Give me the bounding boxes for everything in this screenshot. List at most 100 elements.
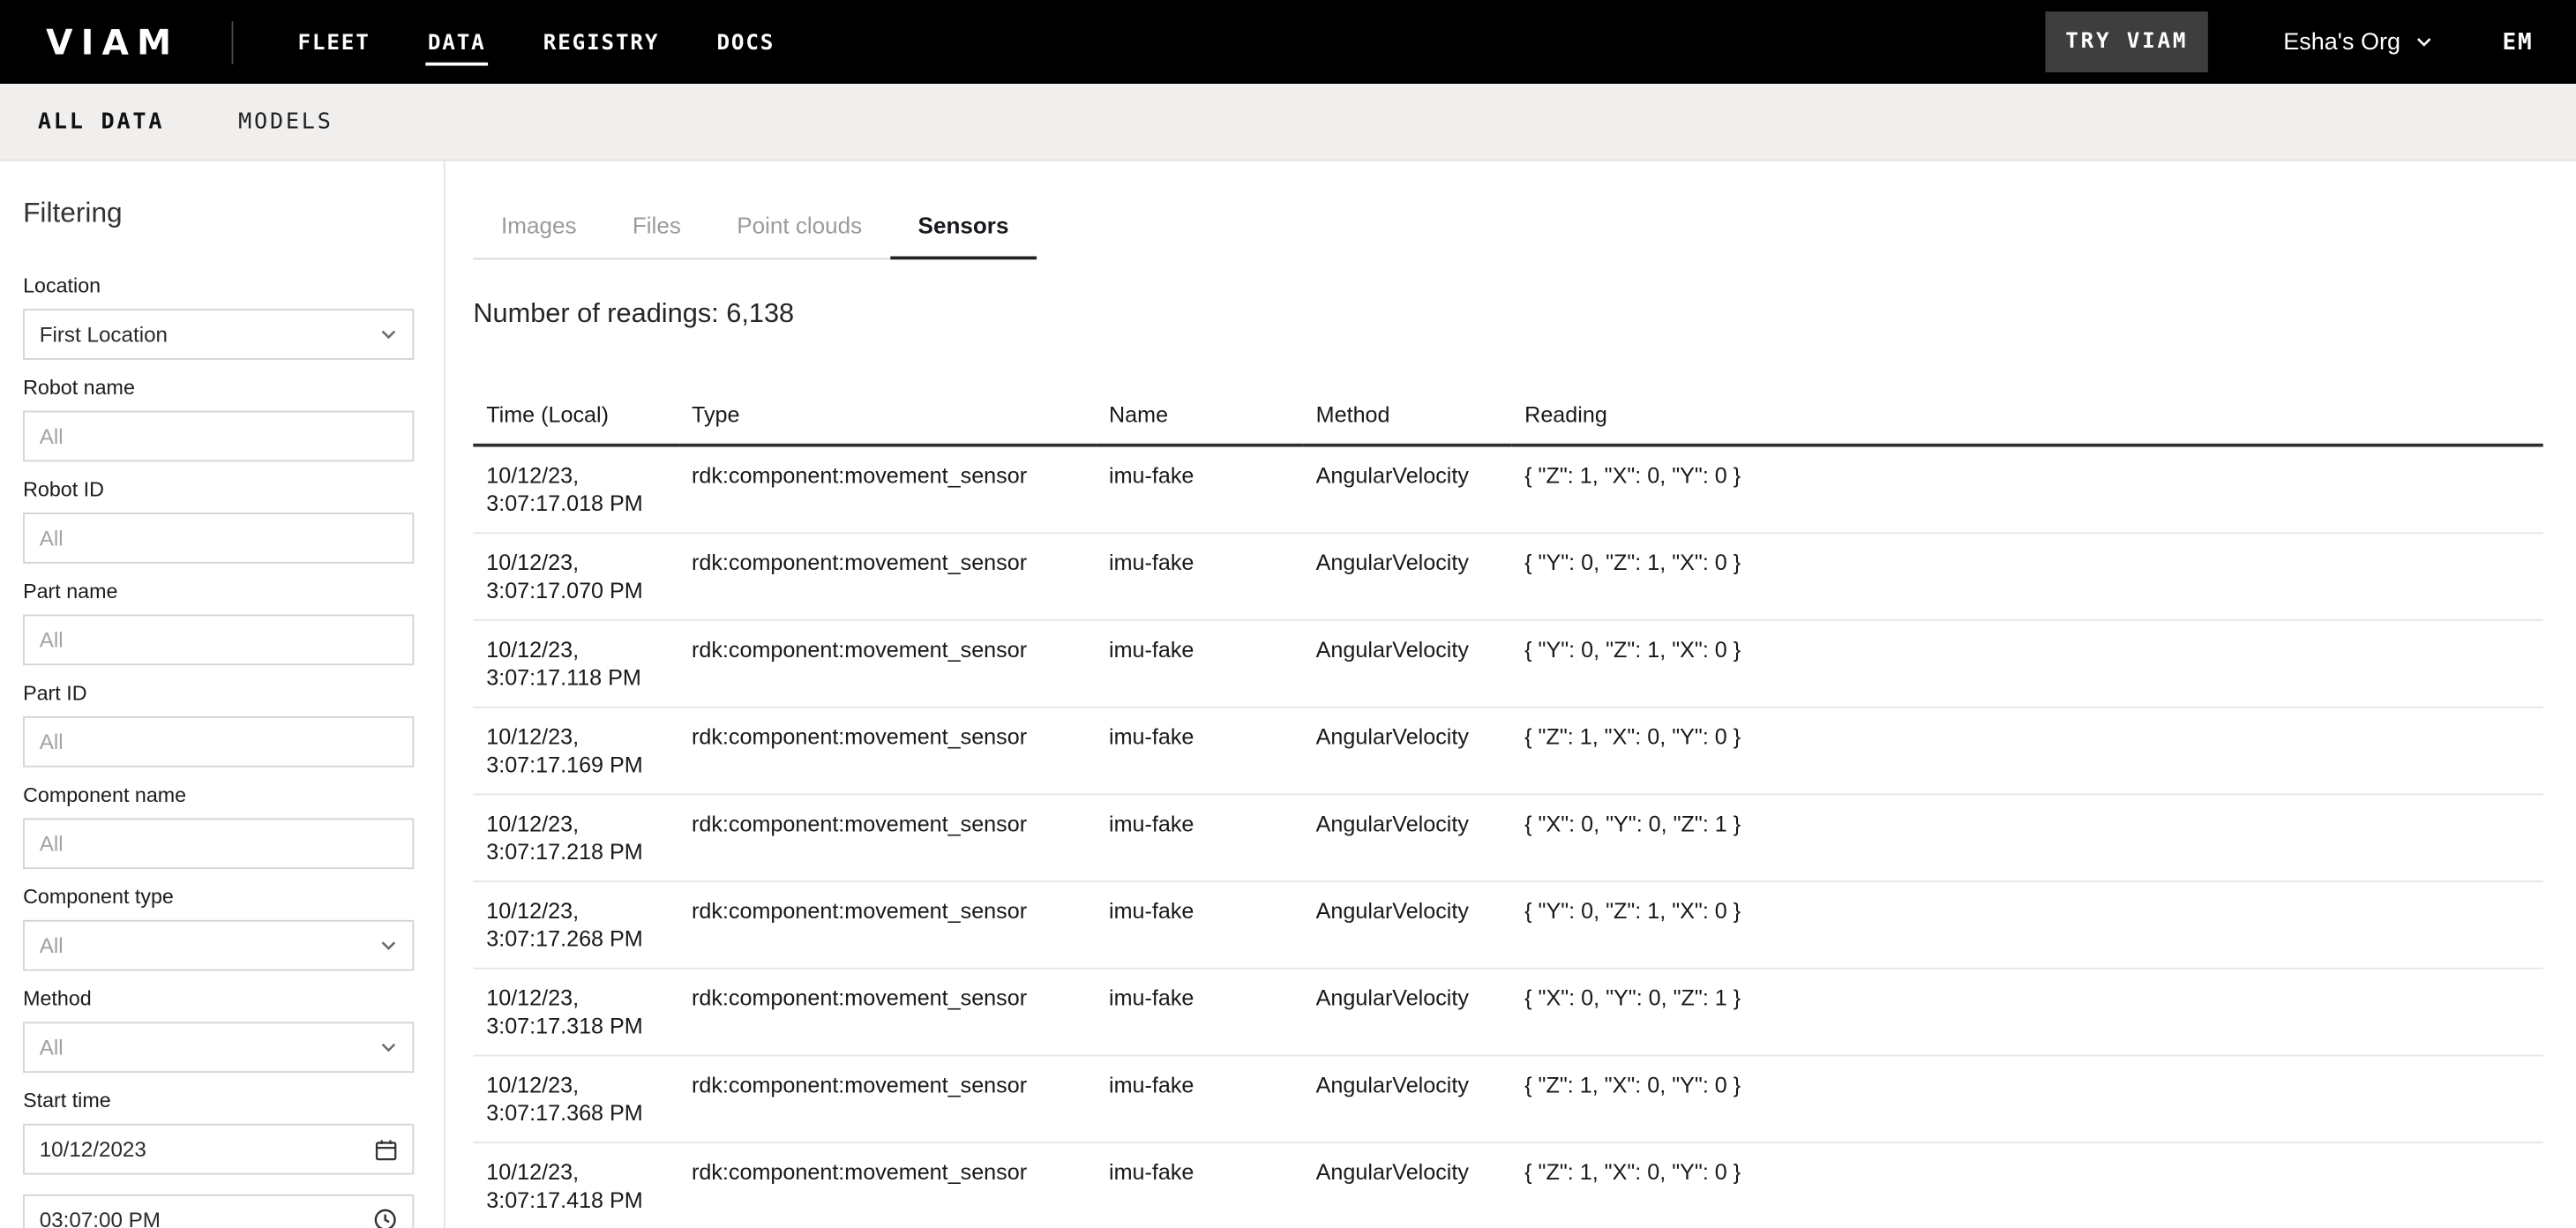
cell-time: 10/12/23,3:07:17.169 PM — [473, 708, 678, 795]
cell-type: rdk:component:movement_sensor — [678, 620, 1096, 708]
cell-method: AngularVelocity — [1303, 446, 1512, 534]
table-row[interactable]: 10/12/23,3:07:17.368 PM rdk:component:mo… — [473, 1055, 2542, 1142]
field-component-name: Component name — [23, 783, 414, 869]
cell-name: imu-fake — [1096, 708, 1303, 795]
top-nav: VIAM FLEET DATA REGISTRY DOCS TRY VIAM E… — [0, 0, 2576, 84]
tab-all-data[interactable]: ALL DATA — [38, 109, 164, 135]
field-label: Robot name — [23, 376, 414, 401]
clock-icon[interactable] — [373, 1208, 398, 1228]
component-type-select[interactable]: All — [23, 920, 414, 971]
user-avatar[interactable]: EM — [2502, 29, 2533, 56]
chevron-down-icon — [379, 326, 397, 343]
robot-id-input[interactable] — [23, 513, 414, 564]
cell-time: 10/12/23,3:07:17.368 PM — [473, 1055, 678, 1142]
column-header-name: Name — [1096, 396, 1303, 446]
field-part-name: Part name — [23, 580, 414, 665]
cell-time: 10/12/23,3:07:17.218 PM — [473, 794, 678, 881]
column-header-type: Type — [678, 396, 1096, 446]
start-time-input[interactable]: 03:07:00 PM — [23, 1194, 414, 1228]
tab-images[interactable]: Images — [473, 197, 604, 259]
sensor-readings-table: Time (Local) Type Name Method Reading 10… — [473, 396, 2542, 1228]
cell-name: imu-fake — [1096, 446, 1303, 534]
table-row[interactable]: 10/12/23,3:07:17.218 PM rdk:component:mo… — [473, 794, 2542, 881]
nav-item-fleet[interactable]: FLEET — [296, 19, 372, 64]
tab-sensors[interactable]: Sensors — [890, 197, 1037, 259]
robot-name-input[interactable] — [23, 411, 414, 462]
table-row[interactable]: 10/12/23,3:07:17.418 PM rdk:component:mo… — [473, 1142, 2542, 1228]
field-robot-id: Robot ID — [23, 478, 414, 564]
nav-item-registry[interactable]: REGISTRY — [542, 19, 661, 64]
cell-reading: { "Z": 1, "X": 0, "Y": 0 } — [1511, 1055, 2542, 1142]
field-label: Location — [23, 274, 414, 299]
cell-time: 10/12/23,3:07:17.418 PM — [473, 1142, 678, 1228]
cell-type: rdk:component:movement_sensor — [678, 708, 1096, 795]
cell-type: rdk:component:movement_sensor — [678, 881, 1096, 969]
chevron-down-icon — [379, 1038, 397, 1056]
nav-item-docs[interactable]: DOCS — [715, 19, 776, 64]
tab-models[interactable]: MODELS — [238, 109, 333, 135]
cell-method: AngularVelocity — [1303, 1055, 1512, 1142]
cell-method: AngularVelocity — [1303, 794, 1512, 881]
table-row[interactable]: 10/12/23,3:07:17.118 PM rdk:component:mo… — [473, 620, 2542, 708]
table-row[interactable]: 10/12/23,3:07:17.268 PM rdk:component:mo… — [473, 881, 2542, 969]
component-name-input[interactable] — [23, 818, 414, 869]
cell-type: rdk:component:movement_sensor — [678, 446, 1096, 534]
cell-reading: { "Y": 0, "Z": 1, "X": 0 } — [1511, 620, 2542, 708]
table-header-row: Time (Local) Type Name Method Reading — [473, 396, 2542, 446]
cell-time: 10/12/23,3:07:17.318 PM — [473, 969, 678, 1056]
start-date-input[interactable]: 10/12/2023 — [23, 1124, 414, 1175]
field-label: Component type — [23, 886, 414, 910]
viam-logo[interactable]: VIAM — [46, 22, 179, 62]
chevron-down-icon — [379, 936, 397, 954]
sidebar-title: Filtering — [23, 197, 414, 229]
column-header-method: Method — [1303, 396, 1512, 446]
cell-method: AngularVelocity — [1303, 1142, 1512, 1228]
field-label: Part name — [23, 580, 414, 604]
cell-reading: { "Z": 1, "X": 0, "Y": 0 } — [1511, 446, 2542, 534]
field-location: Location First Location — [23, 274, 414, 360]
selected-value: All — [40, 1035, 64, 1060]
location-select[interactable]: First Location — [23, 309, 414, 360]
cell-type: rdk:component:movement_sensor — [678, 1142, 1096, 1228]
data-type-tabs: Images Files Point clouds Sensors — [473, 197, 1037, 259]
data-panel: Images Files Point clouds Sensors Number… — [446, 161, 2576, 1228]
cell-type: rdk:component:movement_sensor — [678, 533, 1096, 620]
org-name: Esha's Org — [2283, 29, 2400, 56]
sub-nav: ALL DATA MODELS — [0, 84, 2576, 161]
table-row[interactable]: 10/12/23,3:07:17.318 PM rdk:component:mo… — [473, 969, 2542, 1056]
field-label: Part ID — [23, 682, 414, 707]
cell-name: imu-fake — [1096, 620, 1303, 708]
field-label: Method — [23, 987, 414, 1012]
cell-method: AngularVelocity — [1303, 881, 1512, 969]
tab-point-clouds[interactable]: Point clouds — [709, 197, 890, 259]
field-part-id: Part ID — [23, 682, 414, 768]
cell-reading: { "Y": 0, "Z": 1, "X": 0 } — [1511, 533, 2542, 620]
cell-time: 10/12/23,3:07:17.018 PM — [473, 446, 678, 534]
cell-name: imu-fake — [1096, 881, 1303, 969]
nav-right-cluster: TRY VIAM Esha's Org EM — [2046, 11, 2534, 72]
table-row[interactable]: 10/12/23,3:07:17.169 PM rdk:component:mo… — [473, 708, 2542, 795]
field-method: Method All — [23, 987, 414, 1073]
table-row[interactable]: 10/12/23,3:07:17.018 PM rdk:component:mo… — [473, 446, 2542, 534]
cell-method: AngularVelocity — [1303, 533, 1512, 620]
tab-files[interactable]: Files — [604, 197, 708, 259]
time-value: 03:07:00 PM — [40, 1208, 161, 1228]
nav-item-data[interactable]: DATA — [426, 19, 487, 64]
cell-name: imu-fake — [1096, 1142, 1303, 1228]
part-name-input[interactable] — [23, 614, 414, 665]
calendar-icon[interactable] — [375, 1138, 398, 1161]
org-switcher[interactable]: Esha's Org — [2283, 29, 2433, 56]
column-header-reading: Reading — [1511, 396, 2542, 446]
cell-time: 10/12/23,3:07:17.070 PM — [473, 533, 678, 620]
field-label: Component name — [23, 783, 414, 808]
field-start-time: Start time 10/12/2023 03:07:00 PM — [23, 1089, 414, 1228]
cell-type: rdk:component:movement_sensor — [678, 794, 1096, 881]
cell-method: AngularVelocity — [1303, 620, 1512, 708]
selected-value: All — [40, 933, 64, 958]
filter-sidebar: Filtering Location First Location Robot … — [0, 161, 446, 1228]
method-select[interactable]: All — [23, 1022, 414, 1073]
try-viam-button[interactable]: TRY VIAM — [2046, 11, 2208, 72]
chevron-down-icon — [2415, 33, 2433, 50]
table-row[interactable]: 10/12/23,3:07:17.070 PM rdk:component:mo… — [473, 533, 2542, 620]
part-id-input[interactable] — [23, 716, 414, 768]
